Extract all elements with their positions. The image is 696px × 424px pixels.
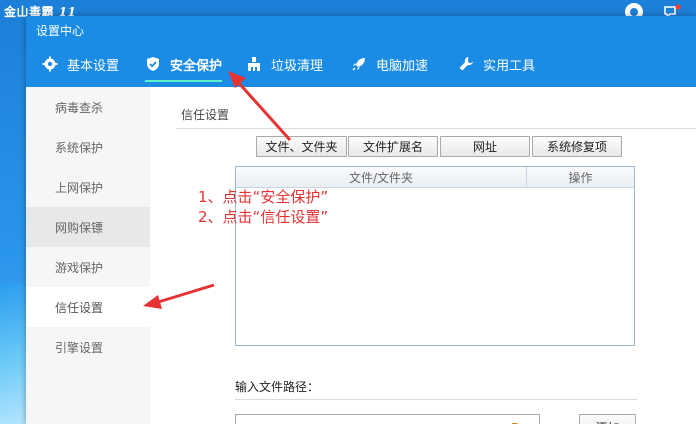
sidebar-item-label: 系统保护 — [55, 140, 104, 155]
tab-bar: 基本设置 安全保护 垃圾清理 电脑加速 实用工具 — [26, 50, 535, 82]
tab-label: 电脑加速 — [376, 58, 429, 74]
tab-junk-cleanup[interactable]: 垃圾清理 — [246, 50, 323, 78]
sidebar-item-label: 信任设置 — [55, 300, 104, 315]
wrench-icon — [458, 56, 474, 72]
gear-icon — [42, 56, 58, 72]
dialog-title: 设置中心 — [36, 24, 85, 38]
section-title: 信任设置 — [181, 108, 230, 122]
sidebar-item-label: 病毒查杀 — [55, 100, 104, 115]
table-header: 文件/文件夹 操作 — [236, 167, 634, 188]
sidebar: 病毒查杀 系统保护 上网保护 网购保镖 游戏保护 信任设置 引擎设置 — [26, 87, 150, 424]
add-button[interactable]: 添加 — [579, 414, 636, 424]
dialog-header: 设置中心 基本设置 安全保护 垃圾清理 电脑加速 实用工具 — [26, 16, 696, 87]
annotation-text: 1、点击“安全保护” 2、点击“信任设置” — [198, 187, 328, 227]
sidebar-item-virus-scan[interactable]: 病毒查杀 — [26, 87, 150, 127]
sidebar-item-label: 游戏保护 — [55, 260, 104, 275]
sidebar-item-game-protection[interactable]: 游戏保护 — [26, 247, 150, 287]
tab-label: 基本设置 — [67, 58, 120, 74]
tab-label: 垃圾清理 — [271, 58, 324, 74]
sidebar-item-web-protection[interactable]: 上网保护 — [26, 167, 150, 207]
shield-icon — [145, 56, 161, 72]
system-repair-items-button[interactable]: 系统修复项 — [532, 136, 622, 157]
sidebar-item-engine-settings[interactable]: 引擎设置 — [26, 327, 150, 367]
urls-button[interactable]: 网址 — [440, 136, 530, 157]
tab-basic-settings[interactable]: 基本设置 — [42, 50, 119, 78]
tab-pc-speedup[interactable]: 电脑加速 — [351, 50, 428, 78]
sidebar-item-label: 网购保镖 — [55, 220, 104, 235]
column-header-action[interactable]: 操作 — [527, 167, 634, 187]
sidebar-item-label: 上网保护 — [55, 180, 104, 195]
rocket-icon — [351, 56, 367, 72]
file-path-input[interactable] — [235, 414, 540, 424]
tab-security-protection[interactable]: 安全保护 — [145, 50, 223, 82]
path-label: 输入文件路径： — [235, 380, 320, 394]
tab-utility-tools[interactable]: 实用工具 — [458, 50, 535, 78]
broom-icon — [246, 56, 262, 72]
sidebar-item-trust-settings[interactable]: 信任设置 — [26, 287, 150, 327]
path-divider — [235, 399, 637, 400]
sidebar-item-system-protection[interactable]: 系统保护 — [26, 127, 150, 167]
file-extensions-button[interactable]: 文件扩展名 — [348, 136, 438, 157]
sidebar-item-shopping-guard[interactable]: 网购保镖 — [26, 207, 150, 247]
column-header-file-folder[interactable]: 文件/文件夹 — [236, 167, 527, 187]
sidebar-item-label: 引擎设置 — [55, 340, 104, 355]
settings-dialog: 设置中心 基本设置 安全保护 垃圾清理 电脑加速 实用工具 病毒查杀 系统保护 … — [26, 16, 696, 424]
files-folders-button[interactable]: 文件、文件夹 — [256, 136, 347, 157]
trust-settings-panel: 信任设置 文件、文件夹 文件扩展名 网址 系统修复项 文件/文件夹 操作 输入文… — [150, 87, 696, 424]
tab-label: 安全保护 — [170, 58, 223, 74]
tab-label: 实用工具 — [483, 58, 536, 74]
annotation-step-2: 2、点击“信任设置” — [198, 208, 329, 226]
section-divider — [176, 128, 696, 129]
annotation-step-1: 1、点击“安全保护” — [198, 188, 329, 206]
